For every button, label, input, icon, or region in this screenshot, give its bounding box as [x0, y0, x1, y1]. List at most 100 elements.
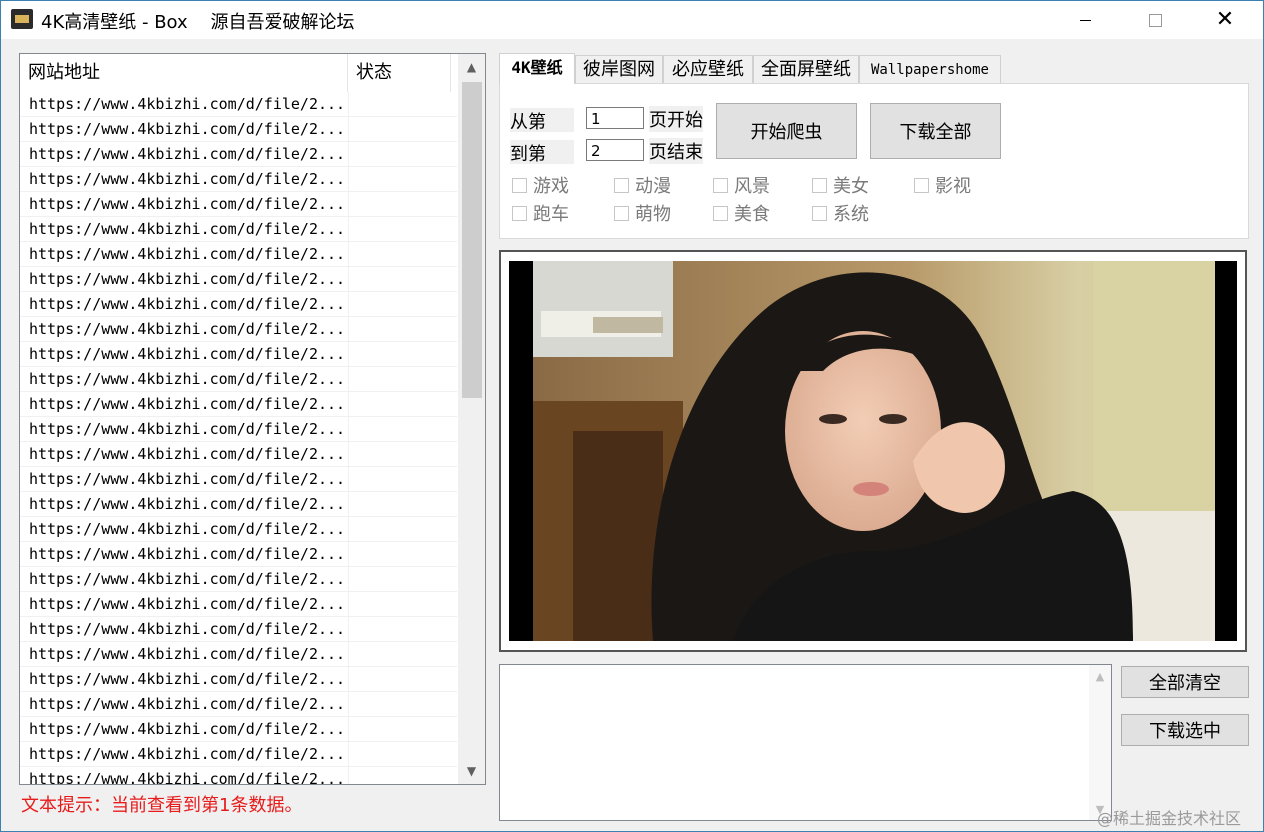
category-checkbox-anime[interactable]: 动漫 [614, 174, 671, 197]
list-item[interactable]: https://www.4kbizhi.com/d/file/2... [20, 267, 457, 292]
scroll-up-icon[interactable]: ▲ [458, 54, 485, 80]
category-checkbox-cute[interactable]: 萌物 [614, 202, 671, 225]
tab-bian[interactable]: 彼岸图网 [575, 55, 663, 83]
minimize-icon [1079, 19, 1091, 21]
list-item[interactable]: https://www.4kbizhi.com/d/file/2... [20, 367, 457, 392]
url-list[interactable]: 网站地址 状态 https://www.4kbizhi.com/d/file/2… [19, 53, 486, 785]
list-item[interactable]: https://www.4kbizhi.com/d/file/2... [20, 467, 457, 492]
list-item[interactable]: https://www.4kbizhi.com/d/file/2... [20, 767, 457, 784]
list-item[interactable]: https://www.4kbizhi.com/d/file/2... [20, 317, 457, 342]
list-item-status [348, 267, 452, 291]
list-item[interactable]: https://www.4kbizhi.com/d/file/2... [20, 492, 457, 517]
list-header: 网站地址 状态 [20, 54, 457, 92]
column-header-status[interactable]: 状态 [348, 54, 451, 92]
list-item[interactable]: https://www.4kbizhi.com/d/file/2... [20, 242, 457, 267]
list-item-url: https://www.4kbizhi.com/d/file/2... [29, 695, 346, 713]
category-checkbox-film[interactable]: 影视 [914, 174, 971, 197]
download-selected-button[interactable]: 下载选中 [1121, 714, 1249, 746]
list-item-url: https://www.4kbizhi.com/d/file/2... [29, 345, 346, 363]
checkbox-icon [812, 205, 827, 221]
list-item-url: https://www.4kbizhi.com/d/file/2... [29, 145, 346, 163]
category-checkbox-system[interactable]: 系统 [812, 202, 869, 225]
list-item[interactable]: https://www.4kbizhi.com/d/file/2... [20, 692, 457, 717]
title-bar: 4K高清壁纸 - Box 源自吾爱破解论坛 ✕ [1, 1, 1263, 39]
list-item-url: https://www.4kbizhi.com/d/file/2... [29, 170, 346, 188]
list-item[interactable]: https://www.4kbizhi.com/d/file/2... [20, 417, 457, 442]
category-checkbox-scenery[interactable]: 风景 [713, 174, 770, 197]
list-item[interactable]: https://www.4kbizhi.com/d/file/2... [20, 567, 457, 592]
list-item-status [348, 617, 452, 641]
list-item[interactable]: https://www.4kbizhi.com/d/file/2... [20, 142, 457, 167]
list-item[interactable]: https://www.4kbizhi.com/d/file/2... [20, 592, 457, 617]
list-scrollbar[interactable]: ▲ ▼ [458, 54, 485, 784]
list-item[interactable]: https://www.4kbizhi.com/d/file/2... [20, 642, 457, 667]
list-item[interactable]: https://www.4kbizhi.com/d/file/2... [20, 292, 457, 317]
start-page-input[interactable]: 1 [586, 107, 644, 129]
from-label: 从第 [510, 108, 574, 133]
scroll-down-icon[interactable]: ▼ [458, 758, 485, 784]
log-textarea[interactable]: ▲ ▼ [499, 664, 1112, 821]
list-item[interactable]: https://www.4kbizhi.com/d/file/2... [20, 442, 457, 467]
list-item-status [348, 517, 452, 541]
minimize-button[interactable] [1050, 1, 1120, 39]
close-button[interactable]: ✕ [1190, 1, 1260, 39]
image-preview[interactable] [499, 250, 1247, 652]
scroll-thumb[interactable] [462, 82, 482, 398]
list-item[interactable]: https://www.4kbizhi.com/d/file/2... [20, 342, 457, 367]
category-checkbox-car[interactable]: 跑车 [512, 202, 569, 225]
list-item[interactable]: https://www.4kbizhi.com/d/file/2... [20, 742, 457, 767]
window-title: 4K高清壁纸 - Box 源自吾爱破解论坛 [41, 12, 355, 33]
tab-4k[interactable]: 4K壁纸 [499, 53, 575, 84]
list-item-status [348, 742, 452, 766]
list-item-status [348, 467, 452, 491]
log-scrollbar[interactable]: ▲ ▼ [1089, 665, 1111, 820]
wallpaper-photo [533, 261, 1215, 641]
watermark: @稀土掘金技术社区 [1097, 809, 1242, 828]
checkbox-icon [914, 177, 929, 193]
list-item-status [348, 367, 452, 391]
category-checkbox-beauty[interactable]: 美女 [812, 174, 869, 197]
list-item[interactable]: https://www.4kbizhi.com/d/file/2... [20, 192, 457, 217]
tab-bing[interactable]: 必应壁纸 [663, 55, 753, 83]
list-item-url: https://www.4kbizhi.com/d/file/2... [29, 570, 346, 588]
list-item-status [348, 392, 452, 416]
category-checkbox-game[interactable]: 游戏 [512, 174, 569, 197]
list-item[interactable]: https://www.4kbizhi.com/d/file/2... [20, 542, 457, 567]
list-item[interactable]: https://www.4kbizhi.com/d/file/2... [20, 217, 457, 242]
category-checkbox-food[interactable]: 美食 [713, 202, 770, 225]
list-item-url: https://www.4kbizhi.com/d/file/2... [29, 720, 346, 738]
start-suffix-label: 页开始 [649, 106, 703, 132]
list-item[interactable]: https://www.4kbizhi.com/d/file/2... [20, 392, 457, 417]
end-page-input[interactable]: 2 [586, 139, 644, 161]
list-item[interactable]: https://www.4kbizhi.com/d/file/2... [20, 617, 457, 642]
list-item[interactable]: https://www.4kbizhi.com/d/file/2... [20, 517, 457, 542]
list-item-status [348, 317, 452, 341]
clear-all-button[interactable]: 全部清空 [1121, 666, 1249, 698]
close-icon: ✕ [1215, 7, 1235, 32]
maximize-button[interactable] [1120, 1, 1190, 39]
list-item[interactable]: https://www.4kbizhi.com/d/file/2... [20, 667, 457, 692]
log-scroll-up-icon[interactable]: ▲ [1089, 665, 1111, 687]
list-item-url: https://www.4kbizhi.com/d/file/2... [29, 420, 346, 438]
download-all-button[interactable]: 下载全部 [870, 103, 1001, 159]
list-item-url: https://www.4kbizhi.com/d/file/2... [29, 520, 346, 538]
list-item-url: https://www.4kbizhi.com/d/file/2... [29, 320, 346, 338]
list-item-status [348, 292, 452, 316]
list-item[interactable]: https://www.4kbizhi.com/d/file/2... [20, 117, 457, 142]
checkbox-icon [713, 205, 728, 221]
list-item[interactable]: https://www.4kbizhi.com/d/file/2... [20, 717, 457, 742]
checkbox-icon [512, 177, 527, 193]
tab-wallpapershome[interactable]: Wallpapershome [859, 55, 1001, 83]
app-icon [11, 9, 33, 29]
column-header-url[interactable]: 网站地址 [20, 54, 348, 92]
list-item-url: https://www.4kbizhi.com/d/file/2... [29, 595, 346, 613]
tab-fullscreen[interactable]: 全面屏壁纸 [753, 55, 859, 83]
start-crawl-button[interactable]: 开始爬虫 [716, 103, 857, 159]
list-item-url: https://www.4kbizhi.com/d/file/2... [29, 120, 346, 138]
list-item-status [348, 567, 452, 591]
list-item[interactable]: https://www.4kbizhi.com/d/file/2... [20, 92, 457, 117]
list-item-status [348, 692, 452, 716]
end-suffix-label: 页结束 [649, 138, 703, 164]
preview-canvas [509, 261, 1237, 641]
list-item[interactable]: https://www.4kbizhi.com/d/file/2... [20, 167, 457, 192]
